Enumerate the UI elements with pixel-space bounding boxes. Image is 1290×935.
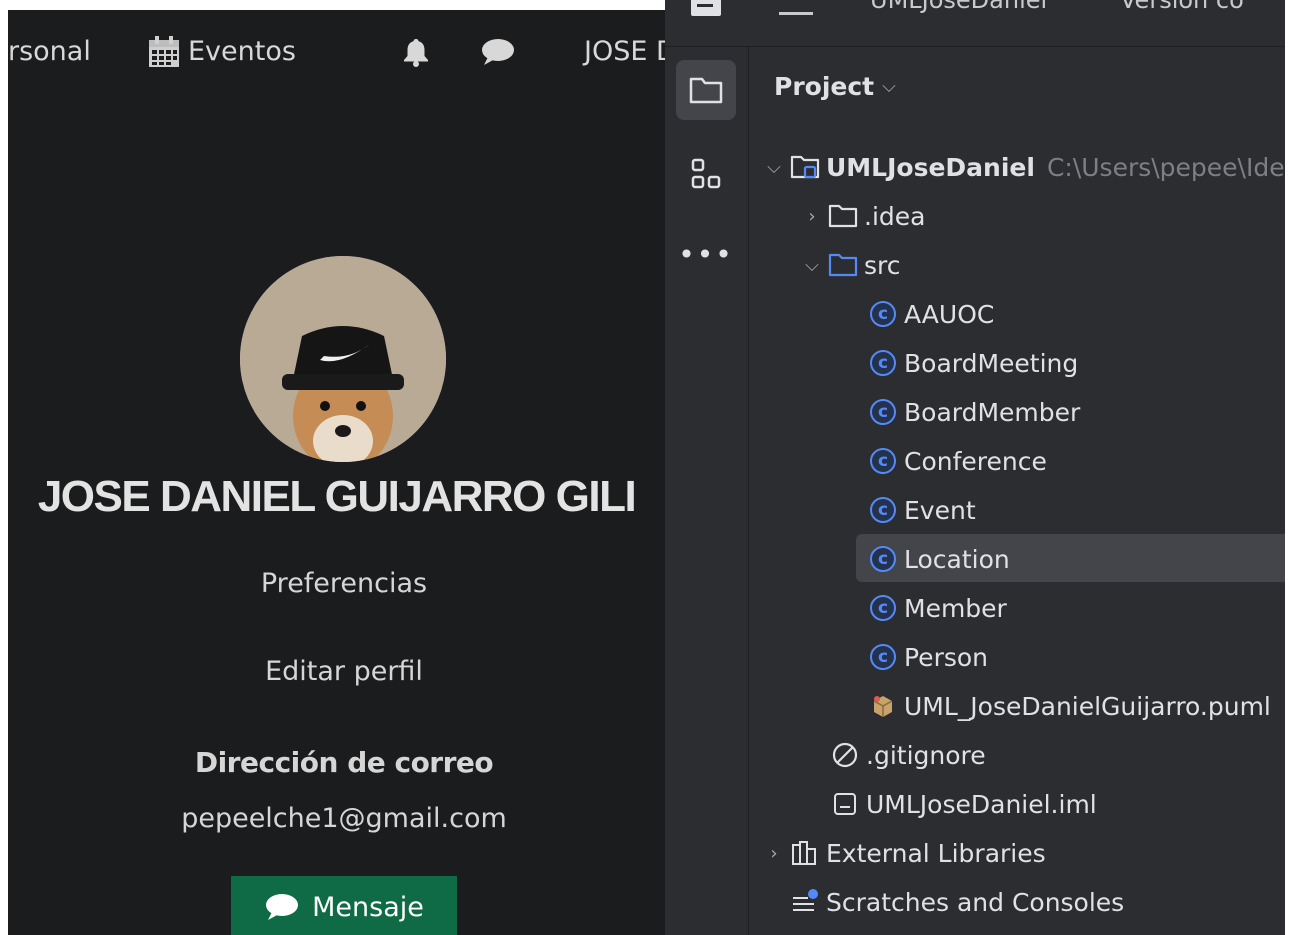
- tree-gitignore-label: .gitignore: [866, 740, 986, 770]
- tree-class-item[interactable]: c Member: [866, 585, 1007, 631]
- folder-icon: [826, 201, 860, 231]
- calendar-icon: [149, 36, 179, 67]
- nav-eventos-label: Eventos: [188, 36, 296, 67]
- class-icon-wrap: c: [866, 544, 900, 574]
- messages-button[interactable]: [480, 36, 516, 80]
- class-icon-wrap: c: [866, 446, 900, 476]
- tree-class-label: Person: [904, 642, 989, 672]
- tree-idea-label: .idea: [864, 201, 926, 231]
- nav-personal-link[interactable]: rsonal: [8, 32, 91, 72]
- tree-scratches[interactable]: Scratches and Consoles: [788, 879, 1124, 925]
- project-widget[interactable]: UMLJoseDaniel: [870, 0, 1047, 14]
- class-icon-wrap: c: [866, 348, 900, 378]
- class-icon: c: [870, 399, 896, 425]
- tree-puml-label: UML_JoseDanielGuijarro.puml: [904, 691, 1271, 721]
- message-button-label: Mensaje: [312, 891, 424, 923]
- tree-class-item[interactable]: c Person: [866, 634, 988, 680]
- project-panel-title[interactable]: Project ⌵: [774, 72, 896, 101]
- tool-window-stripe: •••: [665, 46, 749, 935]
- ide-window: UMLJoseDaniel Version co ••• Project ⌵ ⌵: [665, 0, 1285, 935]
- tree-class-item[interactable]: c Event: [866, 487, 976, 533]
- chat-icon: [482, 39, 514, 65]
- email-label: Dirección de correo: [194, 746, 494, 779]
- chevron-right-icon[interactable]: ›: [798, 206, 826, 227]
- tree-class-label: Location: [904, 544, 1010, 574]
- chevron-down-icon: ⌵: [882, 76, 896, 97]
- preferences-link[interactable]: Preferencias: [8, 568, 665, 599]
- tree-puml-file[interactable]: UML_JoseDanielGuijarro.puml: [866, 683, 1271, 729]
- bell-icon: [404, 39, 428, 67]
- tree-root-path: C:\Users\pepee\Ide: [1046, 152, 1285, 182]
- structure-icon: [691, 158, 721, 189]
- avatar-image: [240, 256, 446, 462]
- edit-profile-link[interactable]: Editar perfil: [8, 656, 665, 687]
- tree-src-label: src: [864, 250, 901, 280]
- email-value: pepeelche1@gmail.com: [181, 803, 507, 834]
- tree-class-item-selected[interactable]: c Location: [866, 536, 1010, 582]
- profile-name: JOSE DANIEL GUIJARRO GILI: [37, 472, 637, 521]
- tree-root-node[interactable]: ⌵ UMLJoseDaniel C:\Users\pepee\Ide: [760, 144, 1285, 190]
- message-button[interactable]: Mensaje: [231, 876, 457, 935]
- source-folder-icon: [826, 250, 860, 280]
- chevron-down-icon[interactable]: ⌵: [760, 157, 788, 178]
- class-icon: c: [870, 595, 896, 621]
- tree-gitignore-file[interactable]: .gitignore: [828, 732, 986, 778]
- tree-class-label: Conference: [904, 446, 1047, 476]
- tree-class-item[interactable]: c Conference: [866, 438, 1047, 484]
- tree-iml-file[interactable]: UMLJoseDaniel.iml: [828, 781, 1097, 827]
- tree-external-libraries-label: External Libraries: [826, 838, 1046, 868]
- class-icon: c: [870, 497, 896, 523]
- module-file-icon: [828, 789, 862, 819]
- tree-idea-folder[interactable]: › .idea: [798, 193, 925, 239]
- class-icon: c: [870, 644, 896, 670]
- class-icon-wrap: c: [866, 495, 900, 525]
- tree-scratches-label: Scratches and Consoles: [826, 887, 1125, 917]
- tree-iml-label: UMLJoseDaniel.iml: [866, 789, 1097, 819]
- tree-class-label: BoardMeeting: [904, 348, 1079, 378]
- profile-page: rsonal Eventos JOSE JOSE DANIEL GUIJARRO…: [8, 10, 665, 935]
- module-folder-icon: [788, 152, 822, 182]
- plantuml-file-icon: [866, 691, 900, 721]
- chat-icon: [266, 894, 299, 920]
- vcs-widget[interactable]: Version co: [1120, 0, 1244, 14]
- chevron-right-icon[interactable]: ›: [760, 843, 788, 864]
- avatar: [240, 256, 446, 462]
- ide-titlebar: UMLJoseDaniel Version co: [665, 0, 1285, 47]
- class-icon-wrap: c: [866, 397, 900, 427]
- folder-icon: [689, 77, 723, 104]
- tree-class-label: Member: [904, 593, 1007, 623]
- tree-class-label: BoardMember: [904, 397, 1081, 427]
- more-tools-icon[interactable]: •••: [676, 224, 736, 284]
- class-icon: c: [870, 301, 896, 327]
- notifications-button[interactable]: [400, 36, 432, 80]
- chevron-down-icon[interactable]: ⌵: [798, 255, 826, 276]
- tree-root-label: UMLJoseDaniel: [826, 152, 1035, 182]
- main-menu-icon[interactable]: [779, 12, 813, 15]
- tree-class-label: AAUOC: [904, 299, 995, 329]
- class-icon: c: [870, 546, 896, 572]
- ide-logo-icon[interactable]: [691, 0, 721, 16]
- class-icon-wrap: c: [866, 593, 900, 623]
- user-menu[interactable]: JOSE D: [584, 32, 665, 72]
- ignore-file-icon: [828, 740, 862, 770]
- library-icon: [788, 838, 822, 868]
- class-icon: c: [870, 350, 896, 376]
- project-tool-button[interactable]: [676, 60, 736, 120]
- tree-external-libraries[interactable]: › External Libraries: [760, 830, 1046, 876]
- tree-class-item[interactable]: c BoardMember: [866, 389, 1080, 435]
- tree-class-item[interactable]: c AAUOC: [866, 291, 994, 337]
- tree-class-label: Event: [904, 495, 976, 525]
- class-icon-wrap: c: [866, 299, 900, 329]
- structure-tool-button[interactable]: [676, 144, 736, 204]
- tree-class-item[interactable]: c BoardMeeting: [866, 340, 1078, 386]
- class-icon: c: [870, 448, 896, 474]
- class-icon-wrap: c: [866, 642, 900, 672]
- tree-src-folder[interactable]: ⌵ src: [798, 242, 901, 288]
- project-panel-title-label: Project: [774, 72, 875, 101]
- scratches-icon: [788, 887, 822, 917]
- top-navigation: rsonal Eventos JOSE: [8, 32, 665, 72]
- nav-eventos-link[interactable]: Eventos: [146, 32, 296, 72]
